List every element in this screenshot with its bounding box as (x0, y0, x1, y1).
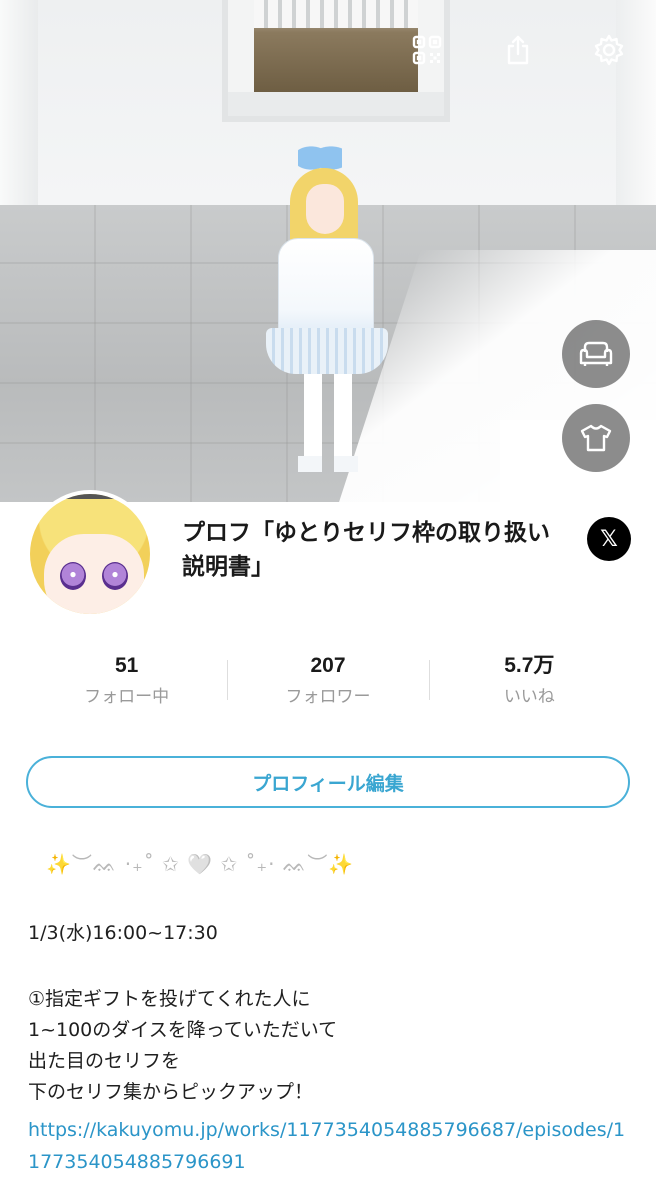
followers-count: 207 (310, 654, 346, 677)
share-icon[interactable] (498, 30, 538, 70)
bio-line: 1~100のダイスを降っていただいて (28, 1019, 338, 1041)
avatar-face (306, 184, 344, 234)
tshirt-icon (580, 424, 612, 452)
furniture-button[interactable] (562, 320, 630, 388)
x-logo-icon: 𝕏 (600, 526, 618, 552)
avatar-eye (60, 562, 86, 590)
following-stat[interactable]: 51 フォロー中 (26, 652, 227, 716)
bio-line: ①指定ギフトを投げてくれた人に (28, 988, 311, 1010)
avatar-room-scene (0, 0, 656, 502)
bio-decoration: ✨︶ᨐ ‧₊˚ ✩ 🤍 ✩ ˚₊‧ ᨐ︶✨ (46, 852, 355, 876)
bio-date-line: 1/3(水)16:00~17:30 (28, 922, 218, 944)
bio-line: 出た目のセリフを (28, 1050, 181, 1072)
bio-link[interactable]: https://kakuyomu.jp/works/11773540548857… (28, 1114, 628, 1178)
avatar-eye (102, 562, 128, 590)
likes-label: いいね (503, 687, 555, 707)
avatar-character[interactable] (262, 138, 412, 478)
edit-profile-button[interactable]: プロフィール編集 (26, 756, 630, 808)
sofa-icon (579, 341, 613, 366)
doorway-sill (228, 92, 444, 116)
likes-count: 5.7万 (504, 654, 555, 677)
avatar-face (44, 534, 144, 614)
likes-stat[interactable]: 5.7万 いいね (428, 652, 630, 716)
avatar-shoes (298, 456, 358, 472)
doorway-fence (254, 0, 418, 28)
gear-icon[interactable] (589, 30, 629, 70)
profile-stats: 51 フォロー中 207 フォロワー 5.7万 いいね (26, 652, 630, 716)
avatar-skirt (266, 328, 388, 374)
qr-code-icon[interactable] (407, 30, 447, 70)
bio-line: 下のセリフ集からピックアップ！ (28, 1081, 314, 1103)
avatar-headband (36, 494, 150, 508)
display-name: プロフ「ゆとりセリフ枠の取り扱い説明書」 (182, 520, 550, 580)
following-count: 51 (114, 654, 139, 677)
x-social-button[interactable]: 𝕏 (587, 517, 631, 561)
following-label: フォロー中 (84, 687, 170, 707)
followers-label: フォロワー (285, 687, 371, 707)
followers-stat[interactable]: 207 フォロワー (227, 652, 428, 716)
profile-avatar[interactable] (26, 490, 154, 618)
bio-text: ①指定ギフトを投げてくれた人に 1~100のダイスを降っていただいて 出た目のセ… (28, 984, 628, 1108)
outfit-button[interactable] (562, 404, 630, 472)
edit-profile-label: プロフィール編集 (252, 772, 404, 795)
